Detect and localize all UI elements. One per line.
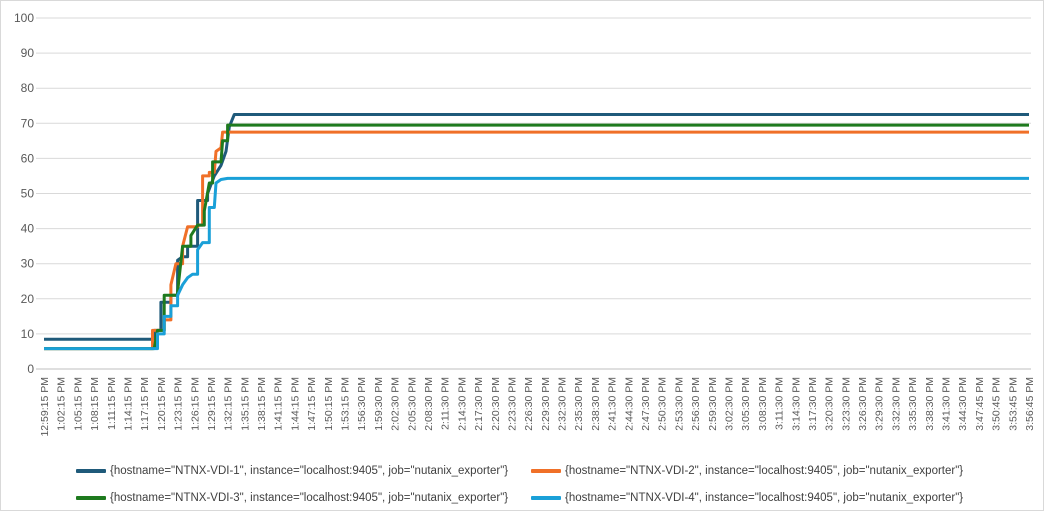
- x-tick-label: 12:59:15 PM: [39, 377, 51, 437]
- x-tick-label: 1:32:15 PM: [223, 377, 235, 431]
- x-tick-label: 1:56:30 PM: [356, 377, 368, 431]
- x-tick-label: 2:02:30 PM: [390, 377, 402, 431]
- x-tick-label: 3:35:30 PM: [907, 377, 919, 431]
- y-tick-label: 80: [21, 81, 35, 95]
- x-tick-label: 2:29:30 PM: [540, 377, 552, 431]
- x-tick-label: 3:17:30 PM: [807, 377, 819, 431]
- y-tick-label: 0: [27, 362, 34, 376]
- x-tick-label: 1:17:15 PM: [139, 377, 151, 431]
- x-tick-label: 3:29:30 PM: [874, 377, 886, 431]
- x-tick-label: 3:41:30 PM: [941, 377, 953, 431]
- x-tick-label: 1:02:15 PM: [56, 377, 68, 431]
- x-tick-label: 2:32:30 PM: [557, 377, 569, 431]
- x-tick-label: 2:41:30 PM: [607, 377, 619, 431]
- x-tick-label: 3:11:30 PM: [774, 377, 786, 430]
- y-tick-label: 90: [21, 46, 35, 60]
- y-tick-label: 70: [21, 116, 35, 130]
- x-tick-label: 3:44:30 PM: [957, 377, 969, 431]
- x-tick-label: 2:26:30 PM: [523, 377, 535, 431]
- x-tick-label: 3:20:30 PM: [824, 377, 836, 431]
- x-tick-label: 2:11:30 PM: [440, 377, 452, 430]
- y-tick-label: 30: [21, 257, 35, 271]
- legend-label: {hostname="NTNX-VDI-3", instance="localh…: [110, 491, 509, 504]
- x-tick-label: 2:56:30 PM: [690, 377, 702, 431]
- x-tick-label: 1:38:15 PM: [256, 377, 268, 431]
- x-tick-label: 3:56:45 PM: [1024, 377, 1036, 431]
- legend-label: {hostname="NTNX-VDI-4", instance="localh…: [565, 491, 964, 504]
- x-tick-label: 3:32:30 PM: [890, 377, 902, 431]
- x-tick-label: 2:35:30 PM: [573, 377, 585, 431]
- line-chart: 0 10 20 30 40 50 60 70 80 90 100 12:59:15 PM 1:02:15…: [14, 11, 1036, 437]
- x-tick-label: 2:20:30 PM: [490, 377, 502, 431]
- x-tick-label: 1:08:15 PM: [89, 377, 101, 431]
- legend-item-vdi-1: {hostname="NTNX-VDI-1", instance="localh…: [76, 465, 531, 477]
- x-tick-label: 1:35:15 PM: [239, 377, 251, 431]
- x-tick-label: 2:08:30 PM: [423, 377, 435, 431]
- x-tick-label: 1:53:15 PM: [340, 377, 352, 431]
- x-tick-label: 2:14:30 PM: [456, 377, 468, 431]
- x-tick-label: 1:41:15 PM: [273, 377, 285, 431]
- chart-frame: 0 10 20 30 40 50 60 70 80 90 100 12:59:15 PM 1:02:15…: [0, 0, 1044, 511]
- x-tick-label: 3:05:30 PM: [740, 377, 752, 431]
- x-tick-label: 2:17:30 PM: [473, 377, 485, 431]
- x-tick-label: 1:05:15 PM: [72, 377, 84, 431]
- x-tick-label: 2:47:30 PM: [640, 377, 652, 431]
- x-tick-label: 1:26:15 PM: [189, 377, 201, 431]
- x-tick-label: 2:53:30 PM: [673, 377, 685, 431]
- x-tick-label: 3:02:30 PM: [723, 377, 735, 431]
- y-tick-label: 10: [21, 327, 35, 341]
- legend-swatch: [76, 468, 106, 473]
- x-tick-label: 3:14:30 PM: [790, 377, 802, 431]
- y-tick-label: 100: [14, 11, 34, 25]
- legend-swatch: [76, 495, 106, 500]
- x-tick-label: 1:50:15 PM: [323, 377, 335, 431]
- legend-label: {hostname="NTNX-VDI-1", instance="localh…: [110, 464, 509, 477]
- x-tick-label: 1:20:15 PM: [156, 377, 168, 431]
- y-tick-label: 40: [21, 222, 35, 236]
- legend-label: {hostname="NTNX-VDI-2", instance="localh…: [565, 464, 964, 477]
- x-tick-label: 3:08:30 PM: [757, 377, 769, 431]
- x-tick-label: 2:05:30 PM: [406, 377, 418, 431]
- y-tick-label: 60: [21, 151, 35, 165]
- y-tick-label: 50: [21, 187, 35, 201]
- legend-item-vdi-3: {hostname="NTNX-VDI-3", instance="localh…: [76, 492, 531, 504]
- x-tick-label: 2:44:30 PM: [623, 377, 635, 431]
- x-tick-label: 3:50:45 PM: [991, 377, 1003, 431]
- legend-swatch: [531, 468, 561, 473]
- x-tick-label: 2:23:30 PM: [506, 377, 518, 431]
- x-tick-label: 1:11:15 PM: [106, 377, 118, 430]
- x-tick-label: 1:29:15 PM: [206, 377, 218, 431]
- x-tick-label: 1:23:15 PM: [173, 377, 185, 431]
- x-tick-label: 3:47:45 PM: [974, 377, 986, 431]
- x-tick-label: 1:59:30 PM: [373, 377, 385, 431]
- x-tick-label: 3:26:30 PM: [857, 377, 869, 431]
- x-tick-label: 1:44:15 PM: [289, 377, 301, 431]
- x-tick-label: 1:14:15 PM: [122, 377, 134, 431]
- legend-swatch: [531, 495, 561, 500]
- x-tick-label: 3:53:45 PM: [1007, 377, 1019, 431]
- x-tick-label: 2:50:30 PM: [657, 377, 669, 431]
- x-tick-label: 3:23:30 PM: [840, 377, 852, 431]
- x-tick-label: 1:47:15 PM: [306, 377, 318, 431]
- legend: {hostname="NTNX-VDI-1", instance="localh…: [76, 457, 996, 511]
- y-tick-label: 20: [21, 292, 35, 306]
- x-tick-label: 2:38:30 PM: [590, 377, 602, 431]
- x-tick-label: 2:59:30 PM: [707, 377, 719, 431]
- legend-item-vdi-2: {hostname="NTNX-VDI-2", instance="localh…: [531, 465, 986, 477]
- legend-item-vdi-4: {hostname="NTNX-VDI-4", instance="localh…: [531, 492, 986, 504]
- x-tick-label: 3:38:30 PM: [924, 377, 936, 431]
